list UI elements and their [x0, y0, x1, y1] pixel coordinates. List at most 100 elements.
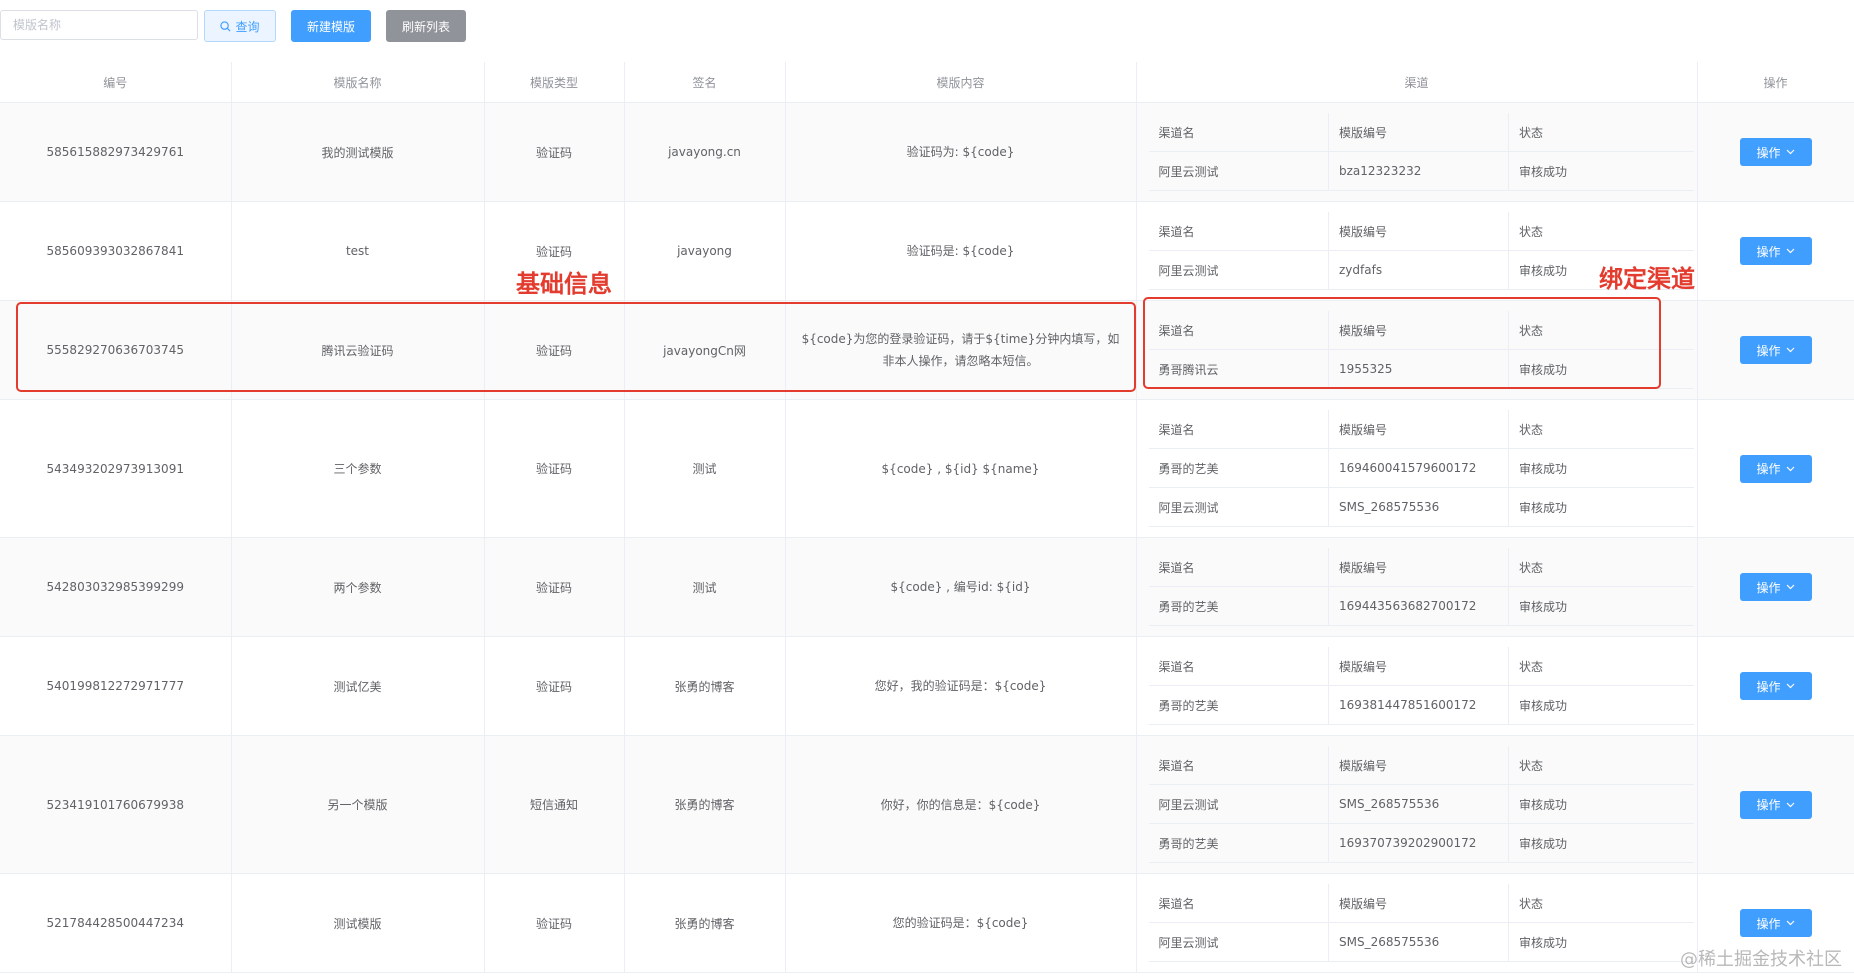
channel-header-row: 渠道名 模版编号 状态	[1148, 746, 1694, 785]
channel-row: 阿里云测试 SMS_268575536 审核成功	[1148, 922, 1694, 962]
channel-header-name: 渠道名	[1148, 113, 1329, 152]
basic-info-annotation: 基础信息	[516, 270, 612, 298]
operation-label: 操作	[1756, 679, 1781, 694]
channel-header-status: 状态	[1508, 647, 1694, 686]
cell-name: test	[231, 201, 485, 301]
cell-name: 测试亿美	[231, 636, 485, 736]
cell-id: 542803032985399299	[0, 537, 232, 637]
channel-template-code: bza12323232	[1328, 151, 1509, 191]
template-name-search-input[interactable]	[0, 10, 198, 40]
channel-header-code: 模版编号	[1328, 884, 1509, 923]
operation-label: 操作	[1756, 462, 1781, 476]
channel-header-status: 状态	[1508, 212, 1694, 251]
channel-template-code: SMS_268575536	[1328, 784, 1509, 824]
table-row: 543493202973913091 三个参数 验证码 测试 ${code} ,…	[0, 399, 1854, 538]
channel-template-code: 169460041579600172	[1328, 448, 1509, 488]
header-channel: 渠道	[1136, 62, 1698, 103]
cell-content: 验证码是: ${code}	[785, 201, 1137, 301]
operation-dropdown-button[interactable]: 操作	[1739, 454, 1812, 483]
channel-status: 审核成功	[1508, 586, 1694, 626]
new-template-button[interactable]: 新建模版	[291, 10, 371, 42]
cell-channels: 渠道名 模版编号 状态 勇哥的艺美 169381447851600172 审核成…	[1136, 636, 1698, 736]
operation-dropdown-button[interactable]: 操作	[1739, 237, 1812, 265]
channel-template-code: 169443563682700172	[1328, 586, 1509, 626]
channel-table: 渠道名 模版编号 状态 勇哥的艺美 169381447851600172 审核成…	[1148, 647, 1694, 725]
cell-name: 两个参数	[231, 537, 485, 637]
cell-content: 验证码为: ${code}	[785, 102, 1137, 202]
channel-name: 阿里云测试	[1148, 784, 1329, 824]
chevron-down-icon	[1786, 920, 1794, 926]
operation-label: 操作	[1756, 580, 1781, 595]
operation-dropdown-button[interactable]: 操作	[1739, 138, 1812, 166]
header-id: 编号	[0, 62, 232, 103]
cell-operation: 操作	[1697, 201, 1854, 301]
chevron-down-icon	[1786, 347, 1794, 353]
cell-id: 521784428500447234	[0, 873, 232, 973]
cell-operation: 操作	[1697, 735, 1854, 874]
bind-channel-annotation: 绑定渠道	[1599, 265, 1695, 293]
operation-label: 操作	[1756, 145, 1781, 160]
table-row: 585615882973429761 我的测试模版 验证码 javayong.c…	[0, 102, 1854, 202]
cell-sign: javayong	[624, 201, 786, 301]
operation-dropdown-button[interactable]: 操作	[1739, 573, 1812, 601]
channel-name: 勇哥的艺美	[1148, 823, 1329, 863]
channel-name: 阿里云测试	[1148, 151, 1329, 191]
table-row: 585609393032867841 test 验证码 javayong 验证码…	[0, 201, 1854, 301]
chevron-down-icon	[1786, 149, 1794, 155]
refresh-list-label: 刷新列表	[401, 19, 450, 34]
operation-dropdown-button[interactable]: 操作	[1739, 672, 1812, 700]
channel-status: 审核成功	[1508, 784, 1694, 824]
operation-dropdown-button[interactable]: 操作	[1739, 336, 1812, 364]
table-header-row: 编号 模版名称 模版类型 签名 模版内容 渠道 操作	[0, 62, 1854, 103]
header-content: 模版内容	[785, 62, 1137, 103]
cell-content: 您的验证码是：${code}	[785, 873, 1137, 973]
cell-operation: 操作	[1697, 537, 1854, 637]
channel-name: 勇哥的艺美	[1148, 448, 1329, 488]
header-type: 模版类型	[484, 62, 625, 103]
channel-header-status: 状态	[1508, 113, 1694, 152]
channel-template-code: SMS_268575536	[1328, 922, 1509, 962]
cell-type: 短信通知	[484, 735, 625, 874]
channel-header-row: 渠道名 模版编号 状态	[1148, 113, 1694, 152]
channel-table: 渠道名 模版编号 状态 阿里云测试 bza12323232 审核成功	[1148, 113, 1694, 191]
cell-type: 验证码	[484, 636, 625, 736]
cell-id: 523419101760679938	[0, 735, 232, 874]
channel-header-code: 模版编号	[1328, 548, 1509, 587]
operation-dropdown-button[interactable]: 操作	[1739, 790, 1812, 819]
channel-name: 勇哥的艺美	[1148, 685, 1329, 725]
chevron-down-icon	[1786, 248, 1794, 254]
search-icon	[220, 20, 231, 32]
channel-header-code: 模版编号	[1328, 410, 1509, 449]
operation-label: 操作	[1756, 244, 1781, 259]
operation-dropdown-button[interactable]: 操作	[1739, 909, 1812, 937]
channel-template-code: 169370739202900172	[1328, 823, 1509, 863]
channel-header-row: 渠道名 模版编号 状态	[1148, 548, 1694, 587]
channel-header-name: 渠道名	[1148, 548, 1329, 587]
cell-type: 验证码	[484, 537, 625, 637]
channel-status: 审核成功	[1508, 448, 1694, 488]
cell-content: 你好，你的信息是：${code}	[785, 735, 1137, 874]
channel-row: 阿里云测试 bza12323232 审核成功	[1148, 151, 1694, 191]
channel-header-code: 模版编号	[1328, 746, 1509, 785]
cell-operation: 操作	[1697, 636, 1854, 736]
channel-template-code: SMS_268575536	[1328, 487, 1509, 527]
channel-status: 审核成功	[1508, 823, 1694, 863]
channel-name: 勇哥的艺美	[1148, 586, 1329, 626]
cell-type: 验证码	[484, 399, 625, 538]
cell-sign: 测试	[624, 399, 786, 538]
refresh-list-button[interactable]: 刷新列表	[386, 10, 466, 42]
table-row: 542803032985399299 两个参数 验证码 测试 ${code} ,…	[0, 537, 1854, 637]
chevron-down-icon	[1786, 802, 1794, 807]
cell-type: 验证码	[484, 102, 625, 202]
query-button[interactable]: 查询	[204, 10, 276, 42]
channel-header-row: 渠道名 模版编号 状态	[1148, 212, 1694, 251]
table-row: 521784428500447234 测试模版 验证码 张勇的博客 您的验证码是…	[0, 873, 1854, 973]
channel-header-name: 渠道名	[1148, 212, 1329, 251]
cell-channels: 渠道名 模版编号 状态 勇哥的艺美 169460041579600172 审核成…	[1136, 399, 1698, 538]
channel-header-name: 渠道名	[1148, 647, 1329, 686]
chevron-down-icon	[1786, 584, 1794, 590]
cell-name: 我的测试模版	[231, 102, 485, 202]
channel-table: 渠道名 模版编号 状态 勇哥的艺美 169460041579600172 审核成…	[1148, 410, 1694, 527]
channel-header-code: 模版编号	[1328, 113, 1509, 152]
channel-header-row: 渠道名 模版编号 状态	[1148, 884, 1694, 923]
